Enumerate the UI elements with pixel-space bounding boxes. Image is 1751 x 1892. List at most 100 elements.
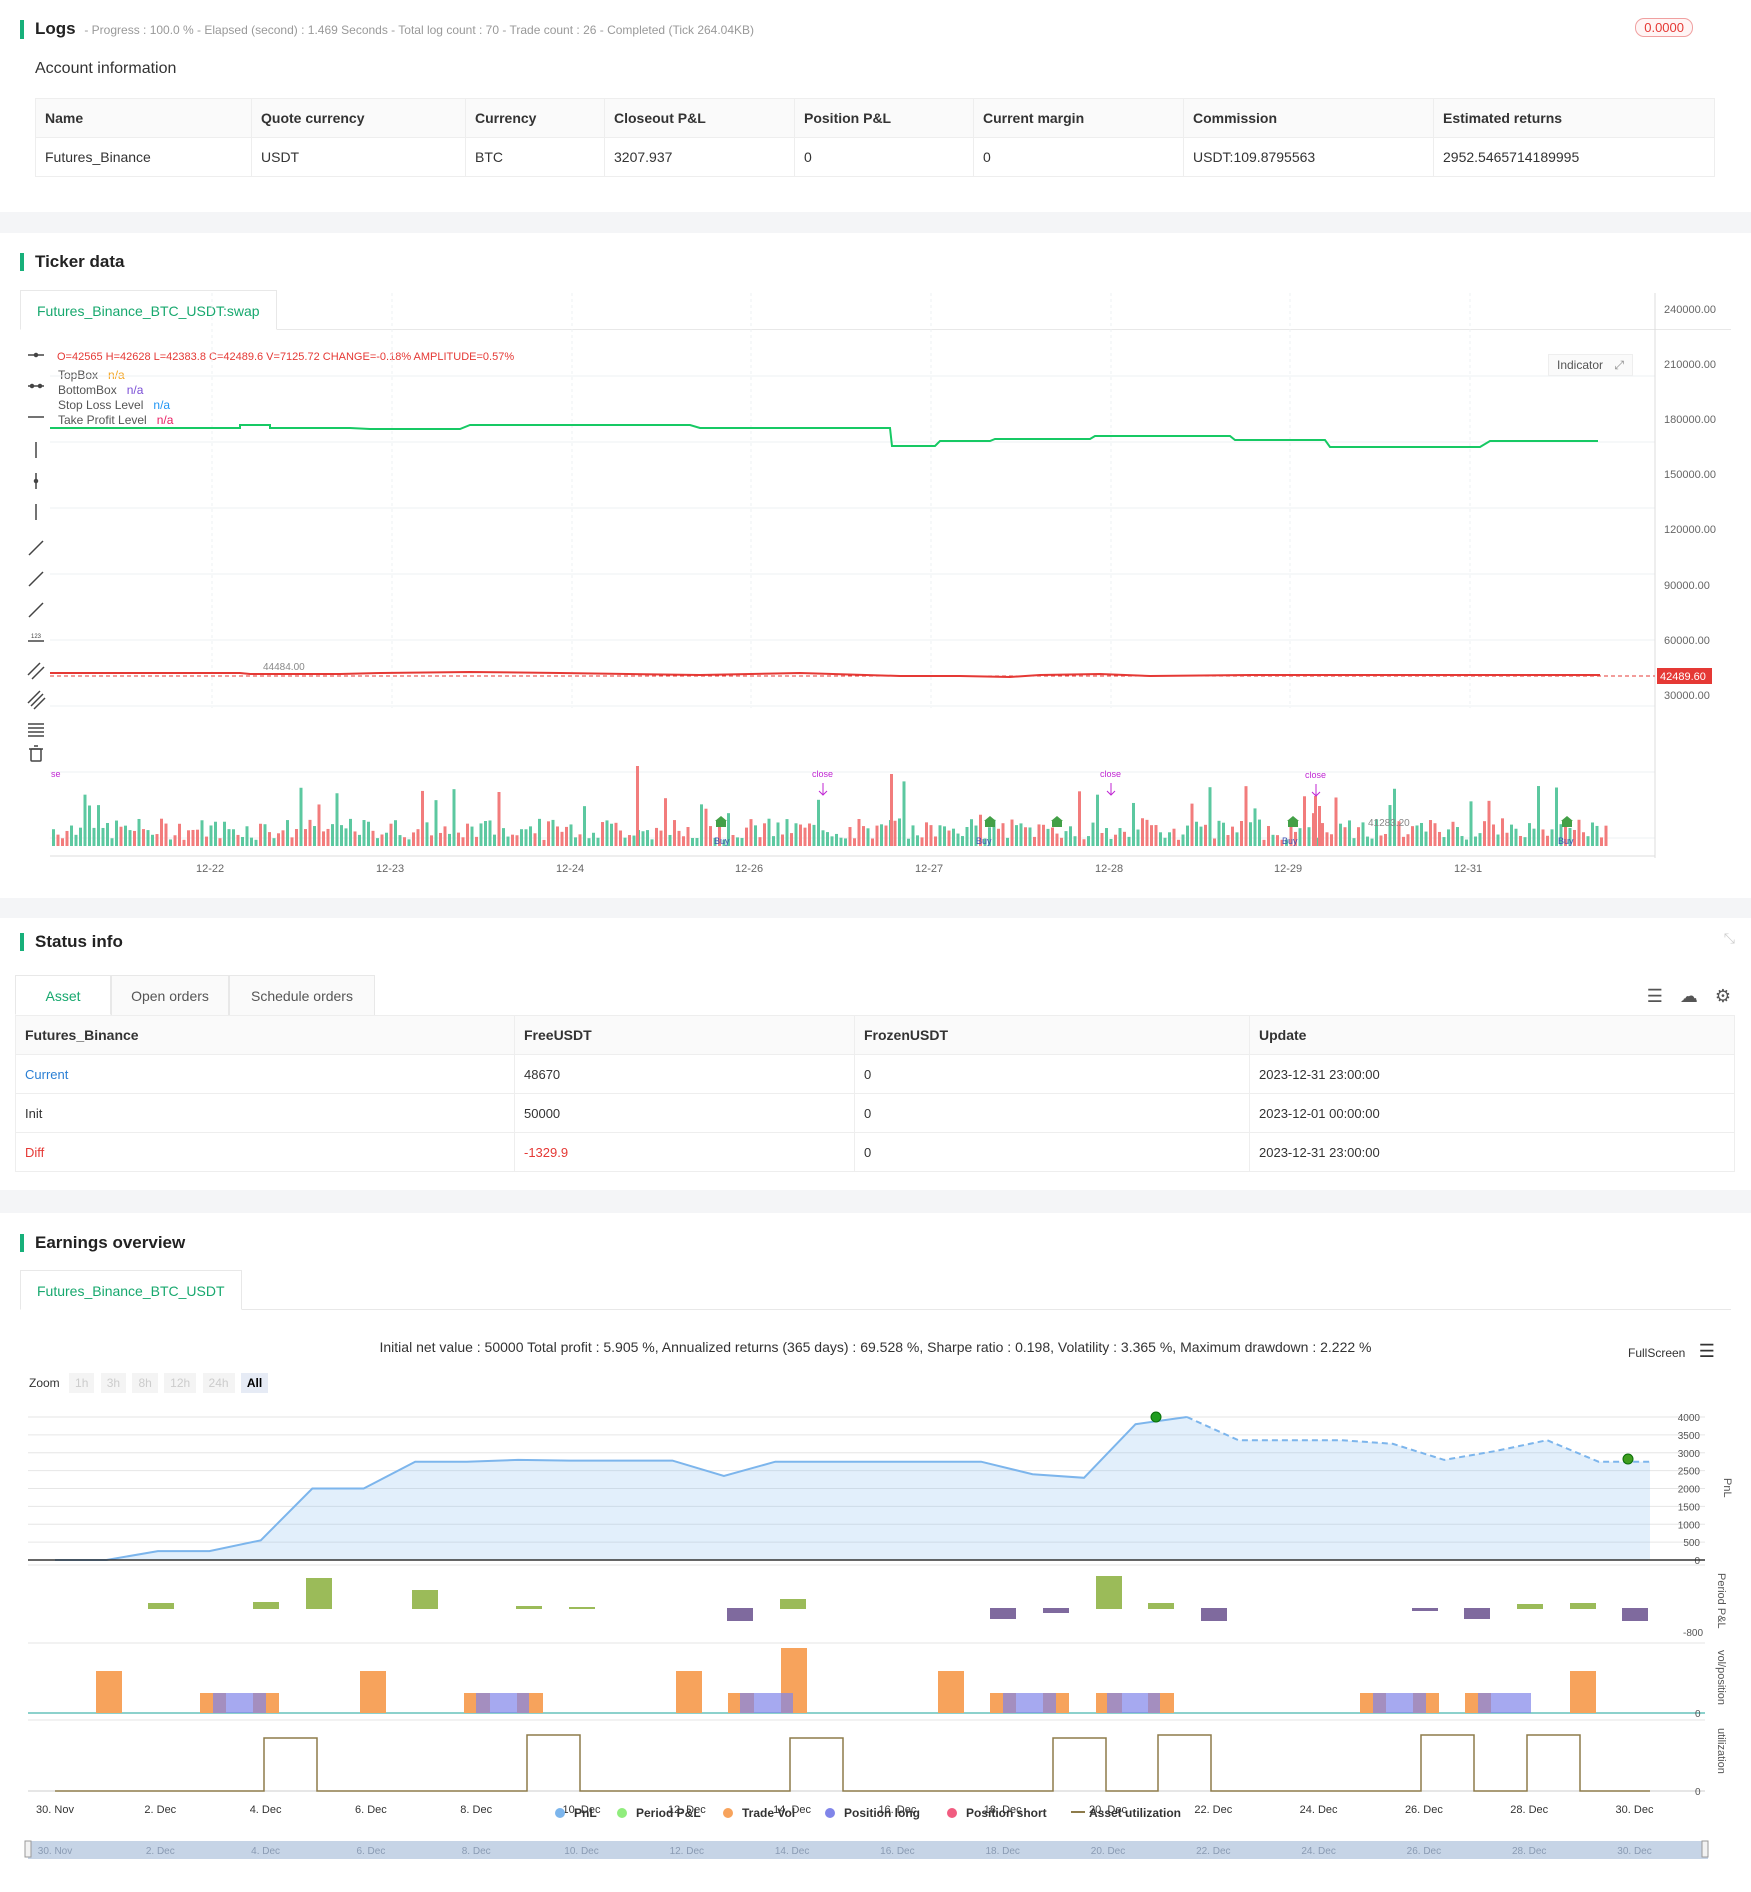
candle-chart[interactable]: 240000.00210000.00180000.00150000.001200… <box>0 233 1751 898</box>
ticker-tabbar: Futures_Binance_BTC_USDT:swap <box>20 290 1731 330</box>
volume-bar <box>65 830 69 846</box>
earnings-chart[interactable]: 40003500300025002000150010005000 -800 0 … <box>0 1213 1751 1892</box>
ray-line-icon[interactable] <box>28 571 44 587</box>
cloud-download-icon[interactable]: ☁ <box>1680 986 1698 1006</box>
axis-name-period: Period P&L <box>1715 1573 1727 1629</box>
parallel-lines-icon[interactable] <box>27 662 45 680</box>
volume-bar <box>155 834 159 846</box>
volume-bar <box>1478 833 1482 846</box>
volume-bar <box>137 818 141 846</box>
buy-markers: Buy Buy Buy Buy <box>714 816 1574 846</box>
volume-bar <box>1595 825 1599 846</box>
volume-bar <box>1294 831 1297 846</box>
volume-bar <box>1091 822 1095 846</box>
legend-bottombox-value: n/a <box>126 383 144 397</box>
account-table: Name Quote currency Currency Closeout P&… <box>35 98 1715 177</box>
col-position: Position P&L <box>794 98 974 138</box>
volume-bar <box>295 829 298 846</box>
legend-item[interactable]: Asset utilization <box>1089 1806 1181 1820</box>
volume-bar <box>1141 818 1144 846</box>
earnings-time-tick: 28. Dec <box>1510 1804 1548 1816</box>
list-icon[interactable]: ☰ <box>1647 986 1663 1006</box>
volume-bar <box>943 826 946 846</box>
volume-bar <box>1042 824 1045 846</box>
volume-bar <box>430 835 433 846</box>
volume-bar <box>556 826 559 846</box>
volume-bar <box>970 819 973 846</box>
vertical-ray-icon[interactable] <box>33 473 39 489</box>
earnings-time-tick: 24. Dec <box>1300 1804 1338 1816</box>
ohlc-text: O=42565 H=42628 L=42383.8 C=42489.6 V=71… <box>57 351 515 363</box>
navigator-tick: 18. Dec <box>985 1846 1019 1857</box>
chart-grid <box>50 293 1655 839</box>
volume-bar <box>1262 839 1266 846</box>
navigator-tick: 26. Dec <box>1407 1846 1441 1857</box>
price-label-icon[interactable]: 123 <box>28 634 44 642</box>
volume-bar <box>146 830 150 846</box>
volume-bar <box>1402 836 1405 846</box>
volume-bar <box>340 825 343 846</box>
volume-bar <box>1384 833 1387 846</box>
indicator-button-label: Indicator <box>1557 358 1604 372</box>
tab-asset[interactable]: Asset <box>15 975 111 1015</box>
legend-item[interactable]: Position short <box>966 1806 1047 1820</box>
legend-item[interactable]: Position long <box>844 1806 920 1820</box>
segment-line-icon[interactable] <box>28 602 44 618</box>
volume-bar <box>803 827 807 846</box>
volume-bar <box>1406 834 1410 846</box>
volume-bar <box>889 820 892 846</box>
legend-item[interactable]: Period P&L <box>636 1806 701 1820</box>
gear-icon[interactable]: ⚙ <box>1715 986 1731 1006</box>
fibonacci-icon[interactable] <box>28 723 44 737</box>
volume-bar <box>1001 823 1005 846</box>
volume-bar <box>443 826 447 846</box>
volume-bar <box>884 825 888 846</box>
horizontal-ray-icon[interactable] <box>28 383 44 389</box>
volume-bar <box>223 821 226 846</box>
volume-bar <box>790 833 793 846</box>
volume-bar <box>313 826 316 846</box>
table-row: Current 48670 0 2023-12-31 23:00:00 <box>15 1054 1735 1094</box>
status-panel: Status info ⤡ Asset Open orders Schedule… <box>0 918 1751 1190</box>
navigator[interactable]: 30. Nov 2. Dec 4. Dec 6. Dec 8. Dec 10. Dec 12… <box>24 1840 1709 1859</box>
volume-bar <box>1235 832 1239 846</box>
indicator-button[interactable]: Indicator ⤢ <box>1548 354 1633 376</box>
trash-icon[interactable] <box>29 745 43 762</box>
utilization-line <box>55 1734 1650 1792</box>
pnl-last-marker <box>1622 1453 1634 1465</box>
volume-bar <box>938 825 942 846</box>
volume-bar <box>263 824 267 846</box>
horizontal-line-icon[interactable] <box>28 352 44 358</box>
row-current-frozen: 0 <box>854 1054 1250 1094</box>
expand-icon[interactable]: ⤢ <box>1614 358 1624 372</box>
row-current-free: 48670 <box>514 1054 855 1094</box>
volume-bar <box>844 838 847 846</box>
legend-item[interactable]: PnL <box>574 1806 597 1820</box>
volume-bar <box>259 823 262 846</box>
pnl-tick: 1500 <box>1678 1502 1701 1513</box>
tab-ticker-symbol[interactable]: Futures_Binance_BTC_USDT:swap <box>20 290 277 330</box>
volume-bar <box>349 818 352 846</box>
earnings-time-tick: 30. Nov <box>36 1804 74 1816</box>
volume-bar <box>353 831 357 846</box>
col-closeout: Closeout P&L <box>604 98 795 138</box>
volume-bar <box>101 827 105 846</box>
price-tick: 150000.00 <box>1664 469 1716 481</box>
trend-line-icon[interactable] <box>28 540 44 556</box>
navigator-tick: 22. Dec <box>1196 1846 1230 1857</box>
price-channel-icon[interactable] <box>27 690 46 710</box>
row-init-update: 2023-12-01 00:00:00 <box>1259 1105 1380 1121</box>
tab-open-orders[interactable]: Open orders <box>111 975 229 1015</box>
volume-bar <box>1433 823 1437 846</box>
pnl-max-marker <box>1150 1411 1162 1423</box>
pnl-tick: 4000 <box>1678 1413 1701 1424</box>
volume-bar <box>1318 806 1321 846</box>
volume-bar <box>1496 834 1500 846</box>
volume-bar <box>934 836 937 846</box>
tab-schedule-orders[interactable]: Schedule orders <box>229 975 375 1015</box>
collapse-icon[interactable]: ⤡ <box>1724 930 1735 947</box>
volume-bar <box>1321 823 1324 846</box>
legend-item[interactable]: Trade Vol <box>742 1806 795 1820</box>
volume-bar <box>1469 801 1473 846</box>
volume-bar <box>1024 827 1027 846</box>
